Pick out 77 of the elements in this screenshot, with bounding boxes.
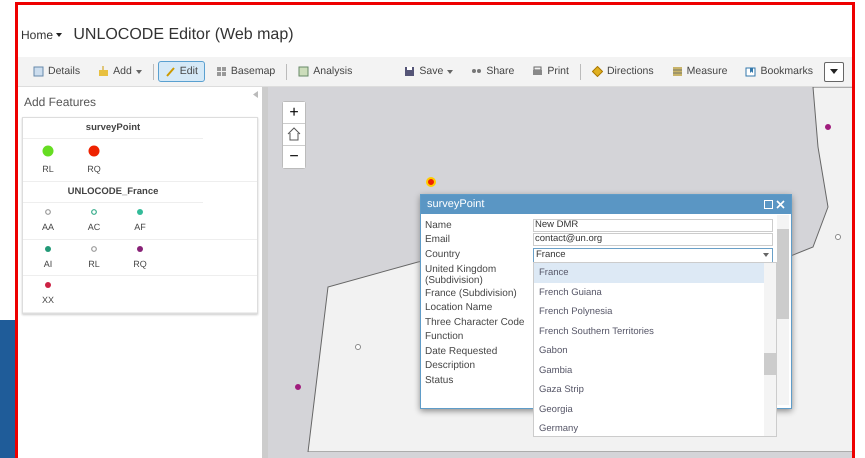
feature-template[interactable]: RL	[35, 145, 61, 177]
field-label: Date Requested	[425, 344, 498, 358]
template-label: AA	[42, 221, 54, 234]
dropdown-option[interactable]: French Southern Territories	[534, 322, 764, 341]
maximize-icon	[764, 200, 774, 209]
printer-icon	[532, 66, 544, 77]
field-label: France (Subdivision)	[425, 286, 518, 300]
toolbar-button[interactable]: Analysis	[291, 60, 360, 82]
feature-template[interactable]: AI	[35, 246, 61, 271]
template-label: RL	[42, 163, 54, 176]
group-title: UNLOCODE_France	[23, 182, 203, 203]
input-field[interactable]: New DMR	[533, 218, 773, 232]
home-menu[interactable]: Home	[21, 26, 64, 44]
field-label: Three Character Code	[425, 316, 526, 328]
dropdown-icon	[763, 252, 770, 258]
caret-icon	[830, 69, 838, 74]
app-title: UNLOCODE Editor (Web map)	[73, 25, 294, 45]
more-button[interactable]	[824, 62, 844, 82]
toolbar-button[interactable]: Directions	[584, 60, 661, 82]
field-label: Location Name	[425, 301, 494, 314]
toolbar-button[interactable]: Add	[91, 60, 149, 82]
field-label: Description	[425, 359, 476, 372]
scrollbar[interactable]	[777, 215, 789, 405]
home-icon	[287, 127, 301, 142]
template-label: RQ	[87, 163, 101, 176]
feature-template[interactable]: AC	[81, 209, 107, 234]
folder-icon	[98, 66, 110, 77]
scrollbar[interactable]	[764, 263, 776, 436]
dropdown-option[interactable]: Gabon	[534, 341, 764, 360]
zoom-in-button[interactable]: +	[283, 102, 305, 124]
group-title: surveyPoint	[23, 118, 203, 140]
field-label: United Kingdom (Subdivision)	[425, 262, 498, 286]
feature-template[interactable]: RL	[81, 246, 107, 271]
field-label: Name	[425, 218, 453, 232]
chart-icon	[298, 66, 310, 77]
toolbar-button[interactable]: Measure	[664, 60, 734, 82]
home-button[interactable]	[283, 124, 305, 146]
dropdown-option[interactable]: French Guiana	[534, 282, 764, 302]
popup-title: surveyPoint	[427, 197, 484, 212]
toolbar-button[interactable]: Share	[464, 60, 522, 82]
diamond-icon	[592, 66, 603, 77]
template-label: AC	[88, 221, 100, 234]
toolbar-button[interactable]: Details	[26, 60, 88, 82]
toolbar-button[interactable]: Edit	[158, 60, 205, 82]
feature-template[interactable]: RQ	[81, 145, 107, 177]
panel-title: Add Features	[23, 94, 98, 111]
field-label: Status	[425, 374, 454, 386]
feature-template[interactable]: AF	[127, 209, 153, 234]
pencil-icon	[164, 66, 176, 77]
toolbar-button[interactable]: Save	[397, 60, 460, 82]
close-icon	[776, 200, 785, 209]
dropdown-option[interactable]: French Polynesia	[534, 302, 764, 322]
field-label: Function	[425, 330, 464, 343]
dropdown-option[interactable]: Gaza Strip	[534, 380, 764, 400]
field-label: Email	[425, 233, 452, 246]
template-label: RQ	[133, 258, 147, 271]
feature-template[interactable]: RQ	[127, 246, 153, 271]
toolbar-button[interactable]: Basemap	[208, 60, 282, 82]
feature-template[interactable]: XX	[35, 282, 61, 308]
dropdown-option[interactable]: France	[534, 263, 764, 282]
template-label: RL	[88, 258, 100, 270]
book-icon	[745, 66, 756, 77]
toolbar-button[interactable]: Print	[525, 60, 576, 82]
field-label: Country	[425, 248, 462, 260]
caret-icon	[56, 33, 64, 38]
input-field[interactable]: contact@un.org	[533, 233, 773, 246]
grid-icon	[216, 66, 227, 77]
template-label: AI	[44, 258, 52, 270]
dropdown-option[interactable]: Georgia	[534, 400, 764, 419]
toolbar-button[interactable]: Bookmarks	[738, 60, 820, 82]
dropdown-option[interactable]: Gambia	[534, 360, 764, 380]
collapse-icon	[253, 91, 258, 98]
template-label: XX	[42, 294, 54, 307]
template-label: AF	[134, 221, 146, 234]
document-icon	[33, 66, 44, 77]
dropdown-option[interactable]: Germany	[534, 419, 764, 438]
feature-template[interactable]: AA	[35, 209, 61, 234]
